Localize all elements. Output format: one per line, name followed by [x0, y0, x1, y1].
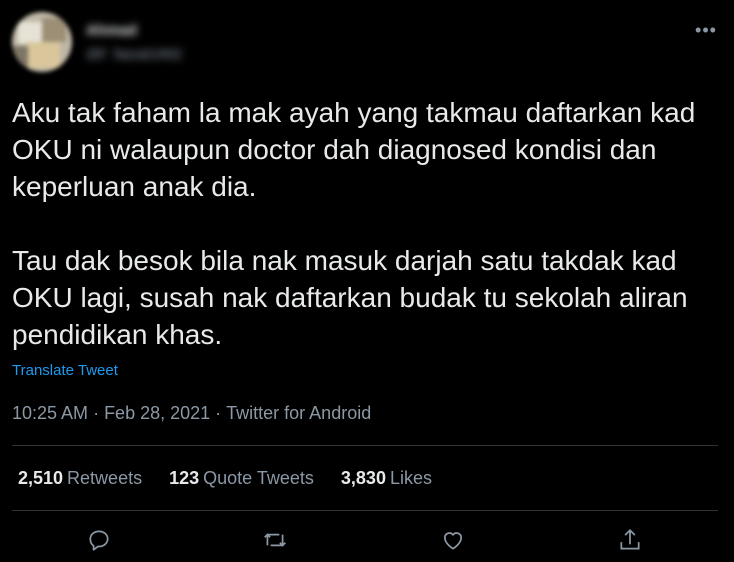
likes-count: 3,830 [340, 468, 386, 488]
tweet-card: Ahmad @f_faizal1992 ••• Aku tak faham la… [0, 0, 734, 562]
likes-label: Likes [389, 468, 432, 488]
avatar[interactable] [12, 12, 72, 72]
retweets-count: 2,510 [18, 468, 64, 488]
quote-tweets-count: 123 [169, 468, 200, 488]
author-display-name[interactable]: Ahmad [86, 22, 148, 36]
share-icon [620, 529, 640, 550]
reply-icon [89, 530, 109, 551]
like-button[interactable] [437, 524, 469, 556]
tweet-actions [0, 524, 734, 556]
author-handle[interactable]: @f_faizal1992 [86, 46, 246, 60]
reply-button[interactable] [83, 524, 115, 556]
more-icon[interactable]: ••• [694, 20, 718, 40]
meta-separator: · [215, 403, 222, 423]
like-icon [444, 532, 462, 550]
share-button[interactable] [614, 524, 646, 556]
tweet-stats: 2,510 Retweets 123 Quote Tweets 3,830 Likes [18, 468, 454, 489]
tweet-date[interactable]: Feb 28, 2021 [104, 403, 210, 423]
divider [12, 445, 718, 446]
retweets-label: Retweets [67, 468, 143, 488]
likes-stat[interactable]: 3,830 Likes [341, 468, 432, 489]
quote-tweets-stat[interactable]: 123 Quote Tweets [169, 468, 314, 489]
tweet-text: Aku tak faham la mak ayah yang takmau da… [12, 97, 696, 350]
tweet-meta: 10:25 AM · Feb 28, 2021 · Twitter for Androi… [12, 403, 371, 424]
retweet-button[interactable] [259, 524, 291, 556]
tweet-time[interactable]: 10:25 AM [12, 403, 88, 423]
meta-separator: · [93, 403, 100, 423]
quote-tweets-label: Quote Tweets [203, 468, 314, 488]
divider [12, 510, 718, 511]
retweets-stat[interactable]: 2,510 Retweets [18, 468, 142, 489]
tweet-source[interactable]: Twitter for Android [226, 403, 371, 423]
translate-tweet-link[interactable]: Translate Tweet [12, 362, 118, 379]
retweet-icon [264, 533, 286, 547]
